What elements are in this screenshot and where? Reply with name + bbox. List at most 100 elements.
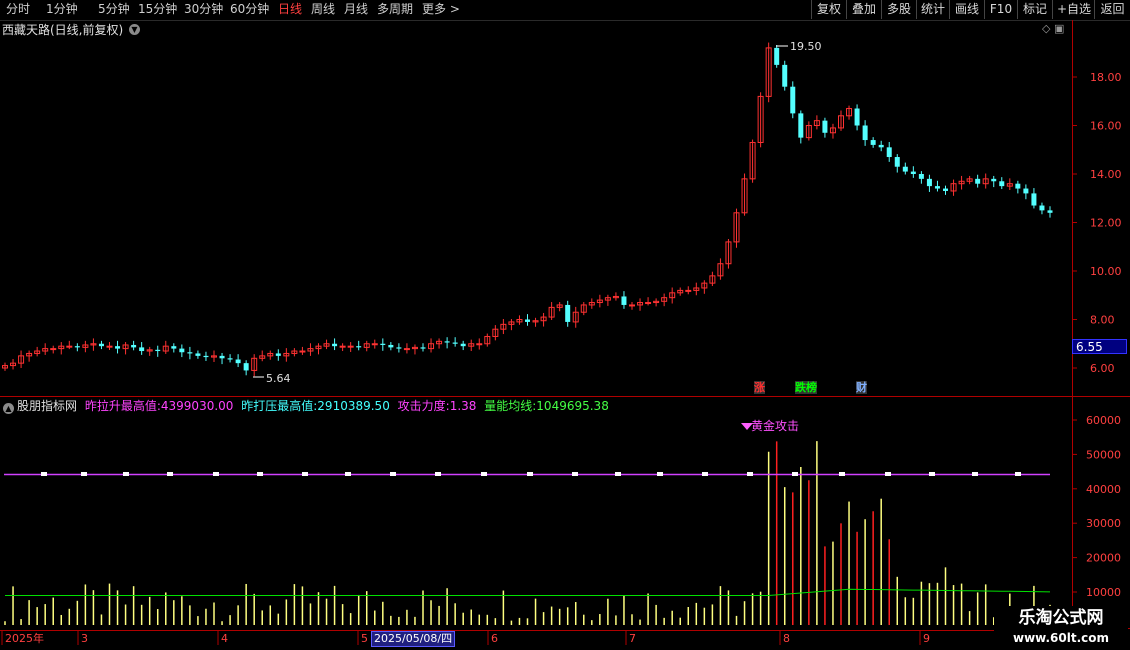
- candle-body-up: [66, 345, 73, 348]
- candle-body-down: [187, 352, 193, 354]
- indicator-tick-label: 30000: [1086, 517, 1121, 530]
- candle-body-up: [339, 345, 346, 348]
- volume-ma-line: [5, 588, 1051, 596]
- indicator-tick-label: 60000: [1086, 414, 1121, 427]
- candle-body-up: [629, 304, 635, 307]
- candle-body-down: [525, 319, 530, 322]
- indicator-axis-ticks: 60000 50000 40000 30000 20000 10000: [1072, 414, 1121, 599]
- threshold-dot: [885, 472, 891, 476]
- candle-body-up: [403, 348, 410, 351]
- candle-body-down: [822, 120, 828, 133]
- selected-date-box: 2025/05/08/四: [371, 631, 456, 647]
- threshold-dot: [657, 472, 663, 476]
- price-axis-ticks: 18.00 16.00 14.00 12.00 10.00 8.00 6.00: [1072, 71, 1122, 375]
- time-tick-label: 8: [783, 632, 790, 645]
- candle-body-down: [219, 355, 225, 359]
- indicator-tick-label: 20000: [1086, 552, 1121, 565]
- candle-body-down: [203, 355, 209, 358]
- pull-up-max-value: 4399030.00: [160, 399, 234, 413]
- indicator-menu-icon[interactable]: ▲: [3, 403, 14, 414]
- candle-body-down: [1031, 193, 1037, 206]
- candle-body-down: [902, 166, 908, 172]
- threshold-dot: [572, 472, 578, 476]
- candle-body-down: [420, 347, 426, 349]
- price-tick-label: 8.00: [1090, 314, 1115, 327]
- candle-body-down: [115, 346, 121, 349]
- threshold-dot: [481, 472, 487, 476]
- threshold-dot: [702, 472, 708, 476]
- time-tick-label: 9: [923, 632, 930, 645]
- threshold-dot: [213, 472, 219, 476]
- indicator-tick-label: 50000: [1086, 448, 1121, 461]
- candle-body-down: [565, 304, 571, 322]
- candle-body-down: [991, 178, 997, 182]
- time-tick-label: 2025年: [5, 631, 44, 645]
- threshold-dot: [302, 472, 308, 476]
- candle-body-down: [782, 64, 788, 87]
- candle-body-down: [878, 144, 884, 148]
- stock-chart[interactable]: 18.0016.0014.0012.0010.008.006.00 19.50 …: [0, 0, 1130, 650]
- candle-body-down: [444, 341, 450, 343]
- attack-strength-label: 攻击力度:: [397, 399, 450, 413]
- candle-body-down: [886, 147, 892, 158]
- candle-body-up: [347, 345, 354, 348]
- suppress-max-value: 2910389.50: [317, 399, 390, 413]
- candle-body-down: [460, 343, 466, 347]
- indicator-tick-label: 40000: [1086, 483, 1121, 496]
- event-flag-finance[interactable]: 财: [856, 381, 867, 394]
- candle-body-down: [854, 108, 860, 126]
- candlesticks: [2, 42, 1053, 377]
- candle-body-down: [396, 347, 402, 349]
- threshold-dot: [435, 472, 441, 476]
- candle-body-down: [934, 186, 940, 189]
- event-flag-ranking[interactable]: 跌榜: [795, 381, 817, 394]
- candle-body-down: [243, 363, 249, 371]
- indicator-tick-label: 10000: [1086, 586, 1121, 599]
- candle-body-down: [926, 178, 932, 187]
- watermark-title: 乐淘公式网: [1018, 608, 1104, 628]
- time-tick-label: 7: [629, 632, 636, 645]
- threshold-dot: [167, 472, 173, 476]
- event-flag-limit-up[interactable]: 涨: [754, 381, 765, 394]
- watermark-url: www.60lt.com: [1012, 631, 1110, 645]
- threshold-dot: [747, 472, 753, 476]
- candle-body-down: [790, 86, 796, 114]
- suppress-max-label: 昨打压最高值:: [241, 399, 318, 413]
- threshold-dot: [527, 472, 533, 476]
- candle-body-down: [862, 125, 868, 141]
- candle-body-down: [943, 188, 948, 191]
- candle-body-down: [975, 178, 981, 184]
- candle-body-down: [999, 181, 1005, 187]
- candle-body-down: [1015, 183, 1021, 189]
- candle-body-down: [195, 353, 201, 356]
- indicator-name[interactable]: 股朋指标网: [17, 399, 77, 413]
- candle-body-down: [894, 157, 900, 167]
- candle-body-down: [227, 358, 233, 360]
- threshold-dot: [41, 472, 47, 476]
- price-tick-label: 6.00: [1090, 362, 1115, 375]
- volume-bars: [4, 441, 1051, 625]
- threshold-dot: [839, 472, 845, 476]
- price-tick-label: 12.00: [1090, 217, 1122, 230]
- candle-body-down: [910, 171, 916, 174]
- threshold-dot: [972, 472, 978, 476]
- pull-up-max-label: 昨拉升最高值:: [84, 399, 161, 413]
- candle-body-down: [1023, 188, 1029, 194]
- price-tick-label: 10.00: [1090, 265, 1122, 278]
- candle-body-down: [380, 343, 386, 345]
- candle-body-down: [74, 346, 80, 348]
- threshold-dot: [257, 472, 263, 476]
- high-price-label: 19.50: [790, 40, 822, 53]
- candle-body-up: [50, 348, 57, 351]
- candle-body-down: [179, 348, 185, 353]
- time-axis-ticks: 2025年 3 4 5 6 7 8 9: [1, 630, 930, 645]
- candle-body-up: [299, 350, 306, 353]
- volume-ma-value: 1049695.38: [536, 399, 609, 413]
- attack-strength-value: 1.38: [449, 399, 477, 413]
- threshold-dot: [615, 472, 621, 476]
- candle-body-up: [476, 343, 483, 346]
- candle-body-down: [139, 347, 145, 352]
- candle-body-down: [356, 346, 362, 348]
- candle-body-up: [645, 302, 652, 305]
- candle-body-down: [452, 342, 458, 344]
